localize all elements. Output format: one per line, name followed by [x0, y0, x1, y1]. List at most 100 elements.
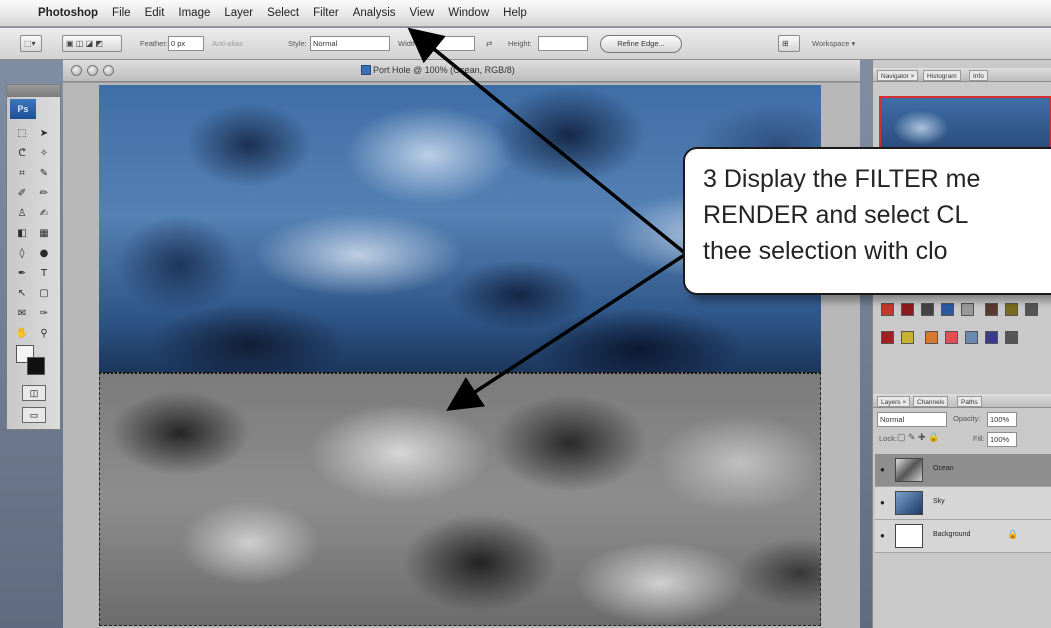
swatch[interactable]	[901, 331, 914, 344]
shape-tool-icon[interactable]: ▢	[34, 286, 54, 302]
swatch[interactable]	[1005, 303, 1019, 316]
swatch[interactable]	[881, 303, 894, 316]
background-color-swatch[interactable]	[27, 357, 45, 375]
marquee-preset-button[interactable]: ⬚▾	[20, 35, 42, 52]
document-title-bar[interactable]: Port Hole @ 100% (Ocean, RGB/8)	[63, 60, 860, 82]
menu-layer[interactable]: Layer	[224, 7, 253, 19]
layer-row-sky[interactable]: ● Sky	[875, 487, 1051, 520]
selection-mode-buttons[interactable]: ▣ ◫ ◪ ◩	[62, 35, 122, 52]
layer-thumbnail	[895, 458, 923, 482]
menu-edit[interactable]: Edit	[145, 7, 165, 19]
eyedropper-icon[interactable]: ✑	[34, 306, 54, 322]
swatch[interactable]	[985, 331, 999, 344]
tab-paths[interactable]: Paths	[957, 396, 982, 407]
instruction-callout: 3 Display the FILTER me RENDER and selec…	[683, 147, 1051, 295]
swatch[interactable]	[941, 303, 954, 316]
swatch[interactable]	[965, 331, 979, 344]
instruction-text: 3 Display the FILTER me RENDER and selec…	[703, 165, 981, 265]
tab-navigator[interactable]: Navigator ×	[877, 70, 919, 81]
eraser-tool-icon[interactable]: ◧	[12, 226, 32, 242]
menu-filter[interactable]: Filter	[313, 7, 339, 19]
lock-options-icons[interactable]: ▢ ✎ ✚ 🔒	[897, 432, 939, 443]
bridge-icon[interactable]: ⊞	[778, 35, 800, 52]
screen-mode-icon[interactable]: ▭	[22, 407, 46, 423]
refine-edge-button[interactable]: Refine Edge...	[600, 35, 682, 53]
swatch[interactable]	[921, 303, 934, 316]
marquee-tool-icon[interactable]: ⬚	[12, 126, 32, 142]
type-tool-icon[interactable]: T	[34, 266, 54, 282]
feather-label: Feather:	[140, 39, 168, 48]
move-tool-icon[interactable]: ➤	[34, 126, 54, 142]
lasso-tool-icon[interactable]: ᕦ	[12, 146, 32, 162]
menu-select[interactable]: Select	[267, 7, 299, 19]
antialias-checkbox[interactable]: Anti-alias	[212, 39, 243, 48]
swatch[interactable]	[961, 303, 974, 316]
zoom-window-button[interactable]	[103, 65, 114, 76]
tools-panel-header[interactable]	[7, 85, 60, 97]
menu-app-photoshop[interactable]: Photoshop	[38, 7, 98, 19]
document-window: Port Hole @ 100% (Ocean, RGB/8)	[63, 60, 860, 628]
workspace-menu[interactable]: Workspace ▾	[812, 39, 855, 48]
swatch[interactable]	[881, 331, 894, 344]
swatch[interactable]	[945, 331, 959, 344]
tab-info[interactable]: Info	[969, 70, 988, 81]
feather-input[interactable]: 0 px	[168, 36, 204, 51]
tab-layers[interactable]: Layers ×	[877, 396, 911, 407]
brush-tool-icon[interactable]: ✏	[34, 186, 54, 202]
swatch[interactable]	[925, 331, 939, 344]
blend-mode-select[interactable]: Normal	[877, 412, 947, 427]
blur-tool-icon[interactable]: ◊	[12, 246, 32, 262]
menu-view[interactable]: View	[410, 7, 435, 19]
layer-row-ocean[interactable]: ● Ocean	[875, 454, 1051, 487]
visibility-eye-icon[interactable]: ●	[880, 531, 885, 540]
layer-row-background[interactable]: ● Background 🔒	[875, 520, 1051, 553]
history-brush-icon[interactable]: ✍	[34, 206, 54, 222]
swap-icon[interactable]: ⇄	[486, 39, 492, 48]
tab-channels[interactable]: Channels	[913, 396, 949, 407]
style-label: Style:	[288, 39, 307, 48]
menu-bar: Photoshop File Edit Image Layer Select F…	[0, 0, 1051, 27]
opacity-input[interactable]: 100%	[987, 412, 1017, 427]
dodge-tool-icon[interactable]: ●	[34, 246, 54, 262]
swatch[interactable]	[985, 303, 999, 316]
ocean-selection[interactable]	[99, 372, 821, 626]
gradient-tool-icon[interactable]: ▦	[34, 226, 54, 242]
selection-marquee	[99, 372, 821, 374]
swatches-panel	[879, 298, 1051, 354]
navigator-panel-tabs: Navigator × Histogram Info	[873, 68, 1051, 82]
hand-tool-icon[interactable]: ✋	[12, 326, 32, 342]
slice-tool-icon[interactable]: ✎	[34, 166, 54, 182]
height-input[interactable]	[538, 36, 588, 51]
magic-wand-icon[interactable]: ✧	[34, 146, 54, 162]
path-select-icon[interactable]: ↖	[12, 286, 32, 302]
tool-grid: ⬚ ➤ ᕦ ✧ ⌗ ✎ ✐ ✏ ♙ ✍ ◧ ▦ ◊ ● ✒ T ↖ ▢ ✉ ✑ ✋ ⚲	[11, 123, 57, 343]
healing-brush-icon[interactable]: ✐	[12, 186, 32, 202]
menu-analysis[interactable]: Analysis	[353, 7, 396, 19]
swatch[interactable]	[1025, 303, 1039, 316]
tab-histogram[interactable]: Histogram	[923, 70, 961, 81]
width-input[interactable]	[425, 36, 475, 51]
visibility-eye-icon[interactable]: ●	[880, 498, 885, 507]
menu-file[interactable]: File	[112, 7, 131, 19]
menu-image[interactable]: Image	[178, 7, 210, 19]
layer-thumbnail	[895, 491, 923, 515]
quick-mask-icon[interactable]: ◫	[22, 385, 46, 401]
zoom-tool-icon[interactable]: ⚲	[34, 326, 54, 342]
notes-tool-icon[interactable]: ✉	[12, 306, 32, 322]
minimize-window-button[interactable]	[87, 65, 98, 76]
swatch[interactable]	[901, 303, 914, 316]
style-select[interactable]: Normal	[310, 36, 390, 51]
close-window-button[interactable]	[71, 65, 82, 76]
menu-help[interactable]: Help	[503, 7, 527, 19]
menu-window[interactable]: Window	[448, 7, 489, 19]
lock-icon: 🔒	[1007, 529, 1019, 539]
ps-logo: Ps	[10, 99, 36, 119]
visibility-eye-icon[interactable]: ●	[880, 465, 885, 474]
swatch[interactable]	[1005, 331, 1019, 344]
fill-input[interactable]: 100%	[987, 432, 1017, 447]
right-panels: Navigator × Histogram Info Layers × Chan…	[872, 60, 1051, 628]
pen-tool-icon[interactable]: ✒	[12, 266, 32, 282]
clone-stamp-icon[interactable]: ♙	[12, 206, 32, 222]
document-icon	[361, 65, 371, 75]
crop-tool-icon[interactable]: ⌗	[12, 166, 32, 182]
